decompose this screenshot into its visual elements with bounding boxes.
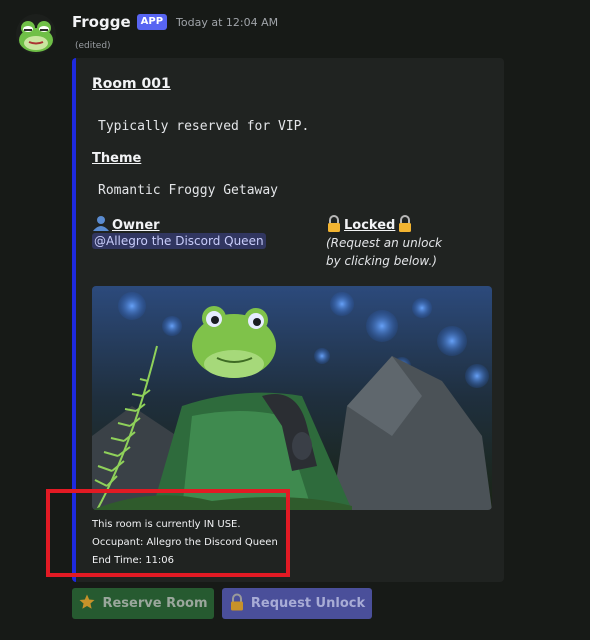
app-badge: APP xyxy=(136,14,168,30)
lock-icon xyxy=(326,215,342,236)
reserve-room-label: Reserve Room xyxy=(102,596,208,611)
locked-note-line2: by clicking below.) xyxy=(326,254,437,268)
locked-label-text: Locked xyxy=(344,218,396,233)
username[interactable]: Frogge xyxy=(72,13,131,31)
theme-label-text: Theme xyxy=(92,151,142,166)
request-unlock-button[interactable]: Request Unlock xyxy=(222,588,372,619)
owner-mention[interactable]: @Allegro the Discord Queen xyxy=(92,233,266,249)
owner-field-label: Owner xyxy=(92,215,160,235)
message-header: Frogge APP Today at 12:04 AM xyxy=(72,13,278,31)
locked-field-label: Locked xyxy=(326,215,413,236)
timestamp[interactable]: Today at 12:04 AM xyxy=(176,16,278,29)
embed-title: Room 001 xyxy=(92,76,171,92)
theme-value: Romantic Froggy Getaway xyxy=(98,183,279,198)
lock-icon xyxy=(229,593,245,615)
locked-note-line1: (Request an unlock xyxy=(326,236,442,250)
owner-label-text: Owner xyxy=(112,217,160,233)
reserve-room-button[interactable]: Reserve Room xyxy=(72,588,214,619)
theme-field-label: Theme xyxy=(92,151,141,166)
request-unlock-label: Request Unlock xyxy=(250,596,366,611)
embed-description: Typically reserved for VIP. xyxy=(98,119,310,134)
lock-icon xyxy=(397,215,413,236)
frog-avatar[interactable] xyxy=(16,14,56,54)
embed-image[interactable] xyxy=(92,286,492,510)
bust-icon xyxy=(92,215,110,235)
star-icon xyxy=(78,593,96,615)
edited-label: (edited) xyxy=(75,41,111,51)
highlight-box xyxy=(46,489,290,577)
